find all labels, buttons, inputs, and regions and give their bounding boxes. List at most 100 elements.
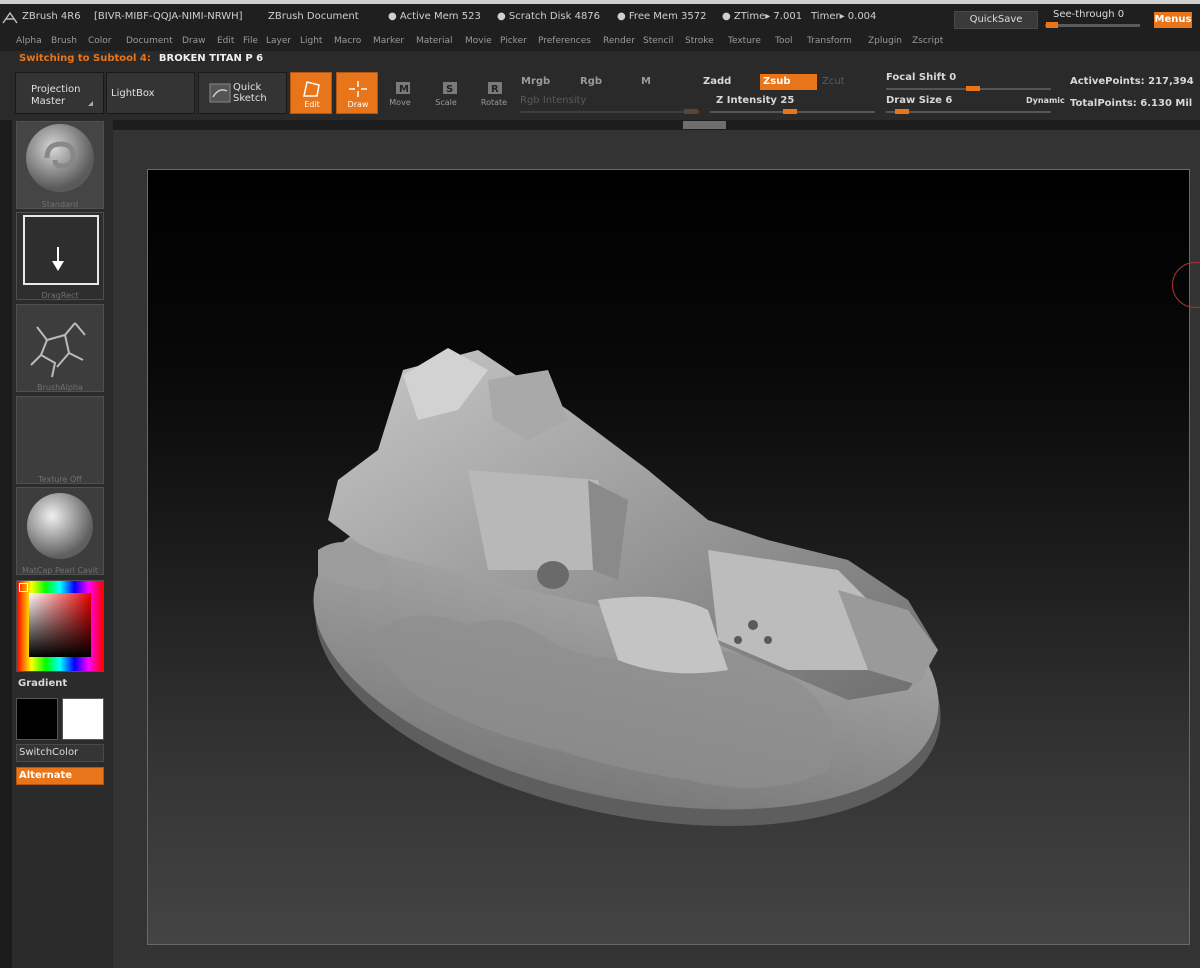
scale-label[interactable]: Scale bbox=[426, 98, 466, 107]
quicksave-button[interactable]: QuickSave bbox=[954, 11, 1038, 29]
switch-color-button[interactable]: SwitchColor bbox=[16, 744, 104, 762]
menu-brush[interactable]: Brush bbox=[51, 36, 77, 46]
horizontal-scrollbar[interactable] bbox=[113, 120, 1200, 130]
stroke-name: DragRect bbox=[41, 291, 79, 300]
scale-icon[interactable]: S bbox=[440, 80, 462, 100]
menu-bar: Alpha Brush Color Document Draw Edit Fil… bbox=[0, 31, 1200, 51]
brush-alpha-icon bbox=[30, 322, 86, 378]
texture-name: Texture Off bbox=[38, 475, 82, 484]
rgb-button[interactable]: Rgb bbox=[580, 76, 602, 87]
menu-light[interactable]: Light bbox=[300, 36, 322, 46]
menu-movie[interactable]: Movie bbox=[465, 36, 492, 46]
draw-button[interactable]: Draw bbox=[336, 72, 378, 114]
edit-icon bbox=[303, 81, 320, 97]
left-tray[interactable] bbox=[0, 120, 12, 968]
draw-label: Draw bbox=[347, 100, 369, 109]
menu-tool[interactable]: Tool bbox=[775, 36, 792, 46]
rgb-intensity-slider[interactable] bbox=[520, 111, 700, 113]
z-intensity-slider-knob[interactable] bbox=[783, 109, 797, 114]
quick-sketch-button[interactable]: Quick Sketch bbox=[198, 72, 287, 114]
menu-stencil[interactable]: Stencil bbox=[643, 36, 673, 46]
menu-layer[interactable]: Layer bbox=[266, 36, 291, 46]
menu-transform[interactable]: Transform bbox=[807, 36, 852, 46]
menus-button[interactable]: Menus bbox=[1154, 12, 1192, 28]
gradient-button[interactable]: Gradient bbox=[18, 678, 67, 689]
rgb-intensity-label: Rgb Intensity bbox=[520, 95, 587, 106]
brush-thumbnail[interactable] bbox=[16, 121, 104, 209]
main-color-swatch[interactable] bbox=[16, 698, 58, 740]
zcut-button[interactable]: Zcut bbox=[822, 76, 845, 87]
menu-texture[interactable]: Texture bbox=[728, 36, 761, 46]
menu-draw[interactable]: Draw bbox=[182, 36, 206, 46]
menu-edit[interactable]: Edit bbox=[217, 36, 234, 46]
subtool-notice: Switching to Subtool 4: BROKEN TITAN P 6 bbox=[19, 53, 263, 64]
sphere-icon bbox=[27, 493, 93, 559]
sculpt-model[interactable] bbox=[148, 170, 1190, 945]
document-canvas[interactable] bbox=[147, 169, 1190, 945]
color-selector-marker[interactable] bbox=[19, 583, 28, 592]
menu-document[interactable]: Document bbox=[126, 36, 173, 46]
active-points: ActivePoints: 217,394 bbox=[1070, 76, 1194, 87]
corner-arrow-icon bbox=[88, 101, 93, 106]
menu-marker[interactable]: Marker bbox=[373, 36, 404, 46]
edit-button[interactable]: Edit bbox=[290, 72, 332, 114]
scratch-disk: ● Scratch Disk 4876 bbox=[497, 11, 601, 22]
serial-number: [BIVR-MIBF-QQJA-NIMI-NRWH] bbox=[94, 11, 243, 22]
svg-text:R: R bbox=[491, 84, 499, 95]
active-mem: ● Active Mem 523 bbox=[388, 11, 481, 22]
draw-size-slider-knob[interactable] bbox=[895, 109, 909, 114]
rgb-intensity-slider-knob[interactable] bbox=[684, 109, 698, 114]
menu-file[interactable]: File bbox=[243, 36, 258, 46]
alpha-thumbnail[interactable] bbox=[16, 304, 104, 392]
alpha-name: BrushAlpha bbox=[37, 383, 83, 392]
svg-text:S: S bbox=[446, 84, 453, 95]
focal-shift-slider-knob[interactable] bbox=[966, 86, 980, 91]
notice-label: Switching to Subtool 4: bbox=[19, 53, 151, 64]
brush-name: Standard bbox=[41, 200, 79, 209]
menu-picker[interactable]: Picker bbox=[500, 36, 527, 46]
quick-sketch-label-1: Quick bbox=[233, 82, 262, 93]
draw-size-slider[interactable] bbox=[886, 111, 1051, 113]
dynamic-button[interactable]: Dynamic bbox=[1026, 96, 1065, 105]
m-button[interactable]: M bbox=[641, 76, 651, 87]
menu-stroke[interactable]: Stroke bbox=[685, 36, 714, 46]
down-arrow-icon bbox=[52, 247, 64, 271]
scrollbar-thumb[interactable] bbox=[683, 121, 726, 129]
color-picker-square[interactable] bbox=[29, 593, 91, 657]
see-through-slider[interactable] bbox=[1045, 24, 1140, 27]
lightbox-button[interactable]: LightBox bbox=[106, 72, 195, 114]
secondary-color-swatch[interactable] bbox=[62, 698, 104, 740]
zsub-button[interactable]: Zsub bbox=[760, 74, 817, 90]
material-thumbnail[interactable] bbox=[16, 487, 104, 575]
move-icon[interactable]: M bbox=[393, 80, 415, 100]
menu-material[interactable]: Material bbox=[416, 36, 453, 46]
zadd-button[interactable]: Zadd bbox=[703, 76, 731, 87]
menu-macro[interactable]: Macro bbox=[334, 36, 361, 46]
projection-master-button[interactable]: Projection Master bbox=[15, 72, 104, 114]
ztime: ● ZTime▸ 7.001 bbox=[722, 11, 803, 22]
see-through-label: See-through 0 bbox=[1053, 9, 1125, 20]
menu-render[interactable]: Render bbox=[603, 36, 635, 46]
focal-shift-label: Focal Shift 0 bbox=[886, 72, 957, 83]
menu-alpha[interactable]: Alpha bbox=[16, 36, 42, 46]
timer: Timer▸ 0.004 bbox=[811, 11, 877, 22]
subtool-name: BROKEN TITAN P 6 bbox=[158, 53, 264, 64]
texture-thumbnail[interactable] bbox=[16, 396, 104, 484]
see-through-slider-knob[interactable] bbox=[1046, 22, 1058, 28]
menu-preferences[interactable]: Preferences bbox=[538, 36, 591, 46]
draw-size-label: Draw Size 6 bbox=[886, 95, 953, 106]
rotate-label[interactable]: Rotate bbox=[474, 98, 514, 107]
mrgb-button[interactable]: Mrgb bbox=[521, 76, 550, 87]
material-name: MatCap Pearl Cavit bbox=[21, 566, 99, 575]
color-picker[interactable] bbox=[16, 580, 104, 672]
projection-master-label-2: Master bbox=[31, 96, 66, 107]
rotate-icon[interactable]: R bbox=[485, 80, 507, 100]
zbrush-logo-icon bbox=[2, 11, 18, 24]
total-points: TotalPoints: 6.130 Mil bbox=[1070, 98, 1193, 109]
menu-zscript[interactable]: Zscript bbox=[912, 36, 943, 46]
move-label[interactable]: Move bbox=[380, 98, 420, 107]
menu-zplugin[interactable]: Zplugin bbox=[868, 36, 902, 46]
stroke-thumbnail[interactable] bbox=[16, 212, 104, 300]
alternate-button[interactable]: Alternate bbox=[16, 767, 104, 785]
menu-color[interactable]: Color bbox=[88, 36, 112, 46]
